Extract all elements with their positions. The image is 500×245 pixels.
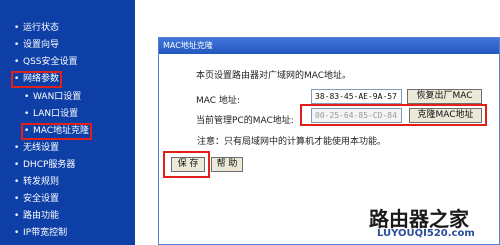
note-text: 注意：只有局域网中的计算机才能使用本功能。 <box>197 137 387 147</box>
restore-factory-mac-button[interactable]: 恢复出厂MAC <box>407 89 482 104</box>
sidebar-item-bandwidth[interactable]: • IP带宽控制 <box>14 228 67 239</box>
highlight-box-pc-mac <box>300 104 487 126</box>
panel-title: MAC地址克隆 <box>159 38 499 54</box>
sidebar: • 运行状态 • 设置向导 • QSS安全设置 • 网络参数 • WAN口设置 • LAN口… <box>0 0 135 245</box>
sidebar-item-setup-wizard[interactable]: • 设置向导 <box>14 40 59 51</box>
sidebar-item-routing[interactable]: • 路由功能 <box>14 211 59 222</box>
sidebar-item-wireless[interactable]: • 无线设置 <box>14 143 59 154</box>
sidebar-item-qss[interactable]: • QSS安全设置 <box>14 57 78 68</box>
sidebar-item-forwarding[interactable]: • 转发规则 <box>14 177 59 188</box>
sidebar-item-network[interactable]: • 网络参数 <box>10 71 63 88</box>
panel-description: 本页设置路由器对广域网的MAC地址。 <box>196 71 352 81</box>
mac-address-label: MAC 地址: <box>196 96 240 106</box>
highlight-box-save <box>163 151 210 178</box>
sidebar-item-status[interactable]: • 运行状态 <box>14 23 59 34</box>
sidebar-item-wan[interactable]: • WAN口设置 <box>24 92 81 103</box>
sidebar-item-lan[interactable]: • LAN口设置 <box>24 109 78 120</box>
sidebar-item-dhcp[interactable]: • DHCP服务器 <box>14 160 75 171</box>
help-button[interactable]: 帮 助 <box>211 157 243 172</box>
sidebar-item-mac-clone[interactable]: • MAC地址克隆 <box>20 123 93 140</box>
watermark-site-url: LUYOUQI520.com <box>377 228 475 239</box>
mac-address-input[interactable]: 38-83-45-AE-9A-57 <box>311 89 402 104</box>
sidebar-item-security[interactable]: • 安全设置 <box>14 194 59 205</box>
pc-mac-address-label: 当前管理PC的MAC地址: <box>196 116 294 126</box>
